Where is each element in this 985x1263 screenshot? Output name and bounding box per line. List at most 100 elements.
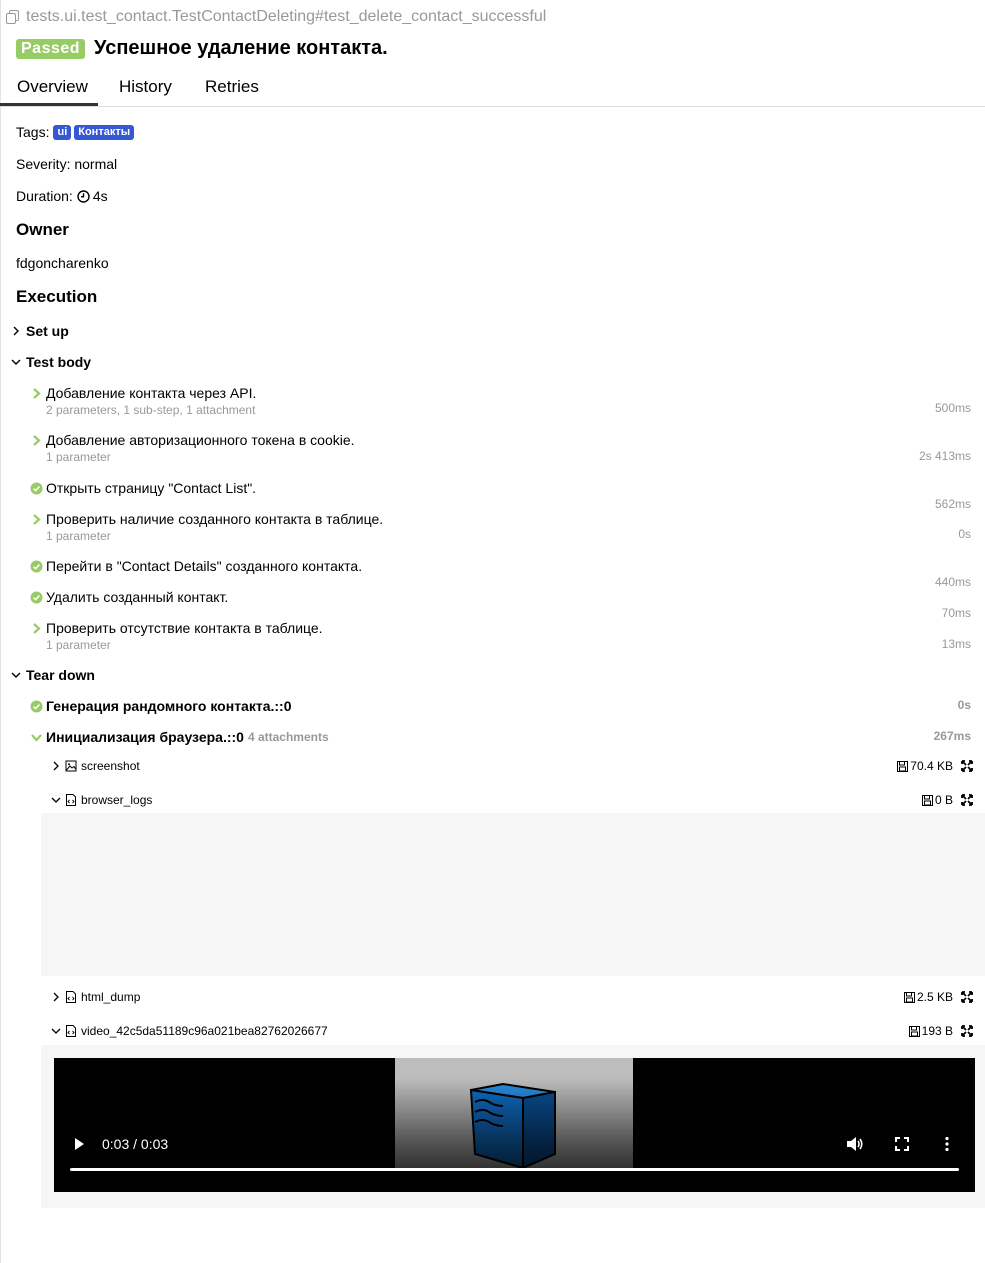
title-row: Passed Успешное удаление контакта. xyxy=(16,37,388,60)
step-item[interactable]: Проверить отсутствие контакта в таблице.… xyxy=(30,620,971,652)
check-circle-icon xyxy=(30,700,43,713)
save-icon xyxy=(897,760,909,772)
step-item[interactable]: Проверить наличие созданного контакта в … xyxy=(30,511,971,543)
step-details: 1 parameter xyxy=(46,638,111,652)
video-progress-bar[interactable] xyxy=(70,1168,959,1171)
owner-heading: Owner xyxy=(16,220,69,239)
tab-overview[interactable]: Overview xyxy=(17,77,88,97)
step-duration: 13ms xyxy=(941,637,971,651)
chevron-down-icon xyxy=(50,1025,62,1037)
active-tab-indicator xyxy=(0,103,98,106)
chevron-right-icon xyxy=(50,760,62,772)
expand-icon[interactable] xyxy=(961,760,973,772)
step-name: Проверить отсутствие контакта в таблице. xyxy=(46,620,323,636)
copy-icon[interactable] xyxy=(5,9,21,25)
chevron-down-icon xyxy=(30,731,43,744)
duration-value: 4s xyxy=(92,188,108,204)
teardown-group[interactable]: Tear down xyxy=(9,667,95,683)
step-details: 1 parameter xyxy=(46,450,111,464)
browser-logs-panel xyxy=(41,813,985,976)
check-circle-icon xyxy=(30,591,43,604)
tags-row: Tags: ui Контакты xyxy=(16,124,135,140)
tab-retries[interactable]: Retries xyxy=(205,77,259,97)
chevron-right-icon xyxy=(30,622,43,635)
step-duration: 500ms xyxy=(934,401,971,415)
teardown-step[interactable]: Инициализация браузера.::0 4 attachments… xyxy=(30,729,971,745)
step-name: Проверить наличие созданного контакта в … xyxy=(46,511,384,527)
code-file-icon xyxy=(65,991,77,1003)
attachment-size: 193 B xyxy=(908,1024,953,1038)
chevron-right-icon xyxy=(30,434,43,447)
video-time: 0:03 / 0:03 xyxy=(102,1136,169,1152)
play-icon[interactable] xyxy=(72,1137,86,1156)
attachment-row[interactable]: screenshot 70.4 KB xyxy=(50,759,973,773)
tags-label: Tags: xyxy=(16,124,50,140)
attachment-size-value: 193 B xyxy=(921,1024,953,1038)
expand-icon[interactable] xyxy=(961,794,973,806)
expand-icon[interactable] xyxy=(961,1025,973,1037)
step-name: Генерация рандомного контакта.::0 xyxy=(46,698,292,714)
teardown-step: Генерация рандомного контакта.::0 0s xyxy=(30,698,971,714)
attachment-size: 0 B xyxy=(921,793,953,807)
attachment-name: html_dump xyxy=(81,990,141,1004)
step-name: Добавление авторизационного токена в coo… xyxy=(46,432,355,448)
page-title: Успешное удаление контакта. xyxy=(94,37,388,59)
left-border xyxy=(0,0,1,1263)
test-body-label: Test body xyxy=(26,354,92,370)
fullscreen-icon[interactable] xyxy=(894,1136,910,1157)
save-icon xyxy=(921,794,933,806)
setup-group[interactable]: Set up xyxy=(9,323,69,339)
step-item[interactable]: Добавление контакта через API. 2 paramet… xyxy=(30,385,971,417)
tag-contacts[interactable]: Контакты xyxy=(74,124,135,140)
step-name: Перейти в "Contact Details" созданного к… xyxy=(46,558,363,574)
chevron-right-icon xyxy=(9,324,23,338)
owner-value: fdgoncharenko xyxy=(16,255,109,271)
attachment-row[interactable]: html_dump 2.5 KB xyxy=(50,990,973,1004)
more-options-icon[interactable] xyxy=(944,1136,950,1157)
attachment-row[interactable]: browser_logs 0 B xyxy=(50,793,973,807)
step-duration: 0s xyxy=(957,698,971,712)
chevron-down-icon xyxy=(50,794,62,806)
duration-label: Duration: xyxy=(16,188,73,204)
video-player[interactable]: 0:03 / 0:03 xyxy=(54,1058,975,1192)
step-item[interactable]: Добавление авторизационного токена в coo… xyxy=(30,432,971,464)
severity-row: Severity: normal xyxy=(16,156,118,172)
step-duration: 562ms xyxy=(934,497,971,511)
tab-bar: Overview History Retries xyxy=(0,66,985,107)
attachment-name: screenshot xyxy=(81,759,140,773)
expand-icon[interactable] xyxy=(961,991,973,1003)
step-item: Удалить созданный контакт. 70ms xyxy=(30,589,971,620)
clock-icon xyxy=(77,189,90,203)
check-circle-icon xyxy=(30,482,43,495)
test-path-text: tests.ui.test_contact.TestContactDeletin… xyxy=(26,8,547,25)
step-name: Инициализация браузера.::0 xyxy=(46,729,244,745)
check-circle-icon xyxy=(30,560,43,573)
step-duration: 70ms xyxy=(941,606,971,620)
chevron-down-icon xyxy=(9,355,23,369)
test-path[interactable]: tests.ui.test_contact.TestContactDeletin… xyxy=(5,8,546,26)
step-details: 2 parameters, 1 sub-step, 1 attachment xyxy=(46,403,256,417)
step-duration: 267ms xyxy=(933,729,971,743)
tag-ui[interactable]: ui xyxy=(53,124,72,140)
chevron-right-icon xyxy=(30,387,43,400)
status-badge: Passed xyxy=(16,38,86,59)
chevron-right-icon xyxy=(50,991,62,1003)
attachment-size-value: 70.4 KB xyxy=(910,759,953,773)
step-duration: 2s 413ms xyxy=(918,449,971,463)
step-details: 4 attachments xyxy=(247,730,329,744)
image-file-icon xyxy=(65,760,77,772)
step-duration: 440ms xyxy=(934,575,971,589)
chevron-down-icon xyxy=(9,668,23,682)
volume-icon[interactable] xyxy=(846,1136,864,1157)
chevron-right-icon xyxy=(30,513,43,526)
tab-history[interactable]: History xyxy=(119,77,172,97)
save-icon xyxy=(908,1025,920,1037)
step-name: Добавление контакта через API. xyxy=(46,385,257,401)
attachment-row[interactable]: video_42c5da51189c96a021bea82762026677 1… xyxy=(50,1024,973,1038)
test-body-group[interactable]: Test body xyxy=(9,354,91,370)
attachment-size-value: 0 B xyxy=(934,793,953,807)
attachment-size-value: 2.5 KB xyxy=(916,990,953,1004)
step-details: 1 parameter xyxy=(46,529,111,543)
execution-heading: Execution xyxy=(16,287,98,306)
attachment-size: 2.5 KB xyxy=(903,990,953,1004)
